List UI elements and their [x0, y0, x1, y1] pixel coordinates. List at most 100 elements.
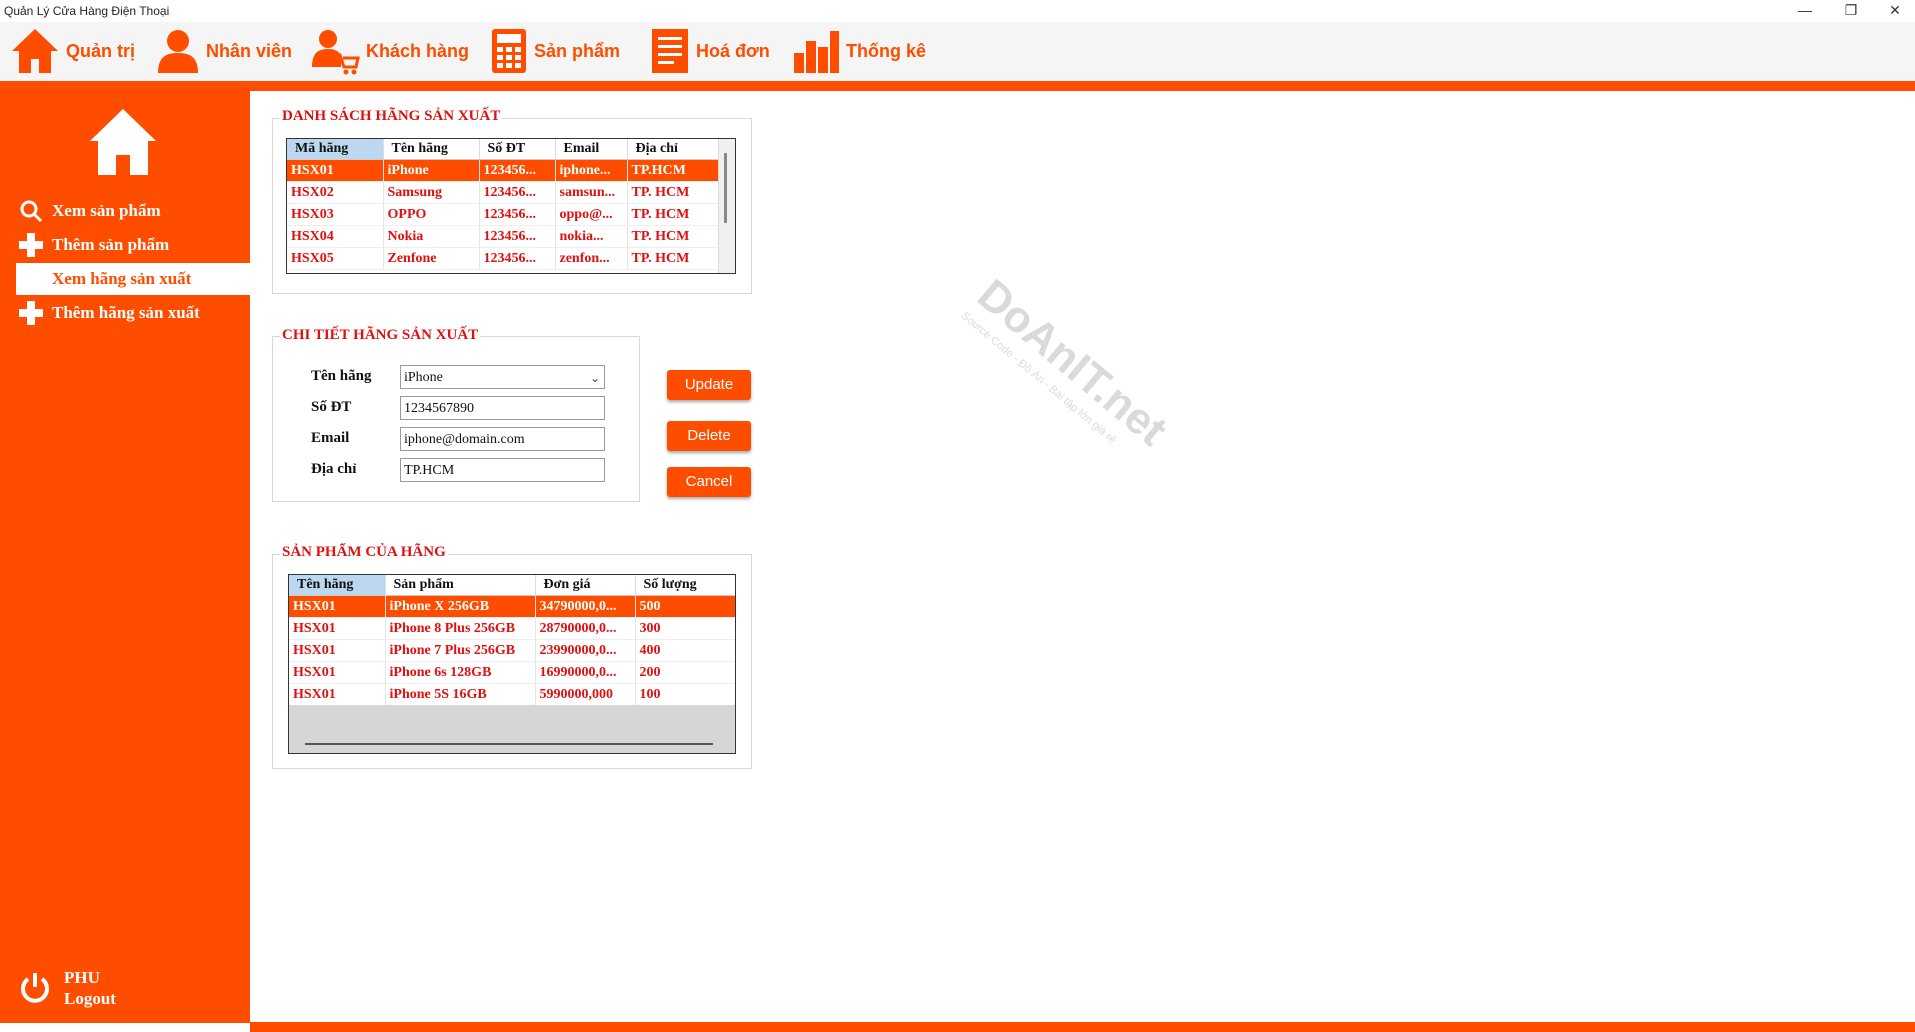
column-header[interactable]: Sản phẩm — [385, 575, 536, 596]
manufacturer-list-title: DANH SÁCH HÃNG SẢN XUẤT — [280, 108, 503, 125]
table-cell: TP. HCM — [627, 181, 720, 204]
search-icon — [16, 197, 46, 225]
nav-label: Khách hàng — [366, 40, 470, 61]
table-row[interactable]: HSX01 iPhone 5S 16GB 5990000,000 100 — [289, 683, 735, 706]
column-header[interactable]: Email — [555, 139, 628, 160]
table-cell: 28790000,0... — [535, 617, 636, 640]
manufacturer-grid[interactable]: Mã hãng Tên hãng Số ĐT Email Địa chỉ HSX… — [286, 138, 736, 274]
plus-icon — [16, 231, 46, 259]
table-cell: 123456... — [479, 225, 556, 248]
sidebar-item-label: Xem sản phẩm — [52, 201, 161, 220]
table-cell: OPPO — [383, 203, 480, 226]
title-bar: Quản Lý Cửa Hàng Điện Thoại — ❐ ✕ — [0, 0, 1915, 22]
table-cell: nokia... — [555, 225, 628, 248]
address-label: Địa chỉ — [311, 461, 357, 477]
cancel-button[interactable]: Cancel — [667, 467, 751, 497]
table-cell: 34790000,0... — [535, 595, 636, 618]
grid-header-row: Tên hãng Sản phẩm Đơn giá Số lượng — [289, 575, 735, 596]
restore-button[interactable]: ❐ — [1833, 2, 1869, 20]
logout-button[interactable]: PHU Logout — [18, 967, 116, 1009]
column-header[interactable]: Số ĐT — [479, 139, 556, 160]
table-cell: 300 — [635, 617, 735, 640]
close-button[interactable]: ✕ — [1877, 2, 1913, 20]
table-row[interactable]: HSX04 Nokia 123456... nokia... TP. HCM — [287, 225, 720, 248]
products-title: SẢN PHẨM CỦA HÃNG — [280, 544, 448, 561]
table-cell: oppo@... — [555, 203, 628, 226]
chevron-down-icon: ⌄ — [589, 371, 600, 385]
table-cell: Samsung — [383, 181, 480, 204]
table-row[interactable]: HSX01 iPhone 7 Plus 256GB 23990000,0... … — [289, 639, 735, 662]
table-cell: iPhone 8 Plus 256GB — [385, 617, 536, 640]
nav-nhan-vien[interactable]: Nhân viên — [156, 26, 292, 76]
table-cell: 500 — [635, 595, 735, 618]
header-divider — [0, 81, 1915, 91]
table-cell: 123456... — [479, 203, 556, 226]
scrollbar-thumb[interactable] — [724, 153, 727, 223]
sidebar-item-xem-hang-san-xuat[interactable]: Xem hãng sản xuất — [16, 263, 250, 295]
table-cell: 123456... — [479, 159, 556, 182]
column-header[interactable]: Địa chỉ — [627, 139, 720, 160]
table-cell: 16990000,0... — [535, 661, 636, 684]
table-cell: TP.HCM — [627, 159, 720, 182]
table-row[interactable]: HSX01 iPhone X 256GB 34790000,0... 500 — [289, 595, 735, 618]
table-cell: 100 — [635, 683, 735, 706]
table-cell: HSX01 — [289, 639, 386, 662]
nav-thong-ke[interactable]: Thống kê — [792, 26, 926, 76]
table-row[interactable]: HSX01 iPhone 8 Plus 256GB 28790000,0... … — [289, 617, 735, 640]
table-cell: 23990000,0... — [535, 639, 636, 662]
sidebar-item-them-hang-san-xuat[interactable]: Thêm hãng sản xuất — [16, 297, 250, 329]
home-icon — [12, 29, 58, 73]
sidebar-item-label: Thêm hãng sản xuất — [52, 303, 200, 322]
nav-san-pham[interactable]: Sản phẩm — [490, 26, 620, 76]
phone-label: Số ĐT — [311, 399, 352, 415]
table-cell: HSX02 — [287, 181, 384, 204]
column-header[interactable]: Đơn giá — [535, 575, 636, 596]
bar-chart-icon — [794, 31, 839, 73]
table-cell: iPhone X 256GB — [385, 595, 536, 618]
email-field[interactable]: iphone@domain.com — [400, 427, 605, 451]
manufacturer-detail-title: CHI TIẾT HÃNG SẢN XUẤT — [280, 327, 481, 344]
update-button[interactable]: Update — [667, 370, 751, 400]
column-header[interactable]: Tên hãng — [383, 139, 480, 160]
table-cell: iPhone 5S 16GB — [385, 683, 536, 706]
table-cell: HSX04 — [287, 225, 384, 248]
column-header[interactable]: Số lượng — [635, 575, 735, 596]
grid-empty-area — [289, 705, 735, 753]
sidebar-item-label: Xem hãng sản xuất — [52, 269, 192, 288]
table-row[interactable]: HSX01 iPhone 123456... iphone... TP.HCM — [287, 159, 720, 182]
table-cell: iphone... — [555, 159, 628, 182]
name-select[interactable]: iPhone ⌄ — [400, 365, 605, 389]
table-cell: HSX01 — [289, 683, 386, 706]
table-row[interactable]: HSX02 Samsung 123456... samsun... TP. HC… — [287, 181, 720, 204]
products-grid[interactable]: Tên hãng Sản phẩm Đơn giá Số lượng HSX01… — [288, 574, 736, 754]
watermark-brand: DoAnIT.net — [968, 270, 1177, 456]
email-label: Email — [311, 430, 350, 446]
nav-label: Nhân viên — [206, 40, 293, 61]
customer-cart-icon — [312, 30, 360, 75]
sidebar-item-xem-san-pham[interactable]: Xem sản phẩm — [16, 195, 250, 227]
nav-label: Thống kê — [846, 40, 926, 61]
column-header[interactable]: Tên hãng — [289, 575, 386, 596]
nav-khach-hang[interactable]: Khách hàng — [310, 26, 469, 76]
delete-button[interactable]: Delete — [667, 421, 751, 451]
nav-quan-tri[interactable]: Quản trị — [10, 26, 135, 76]
table-cell: 123456... — [479, 247, 556, 270]
phone-field[interactable]: 1234567890 — [400, 396, 605, 420]
column-header[interactable]: Mã hãng — [287, 139, 384, 160]
table-cell: 400 — [635, 639, 735, 662]
horizontal-scrollbar[interactable] — [305, 743, 713, 745]
nav-hoa-don[interactable]: Hoá đơn — [650, 26, 770, 76]
footer-bar — [250, 1022, 1915, 1032]
watermark-tagline: Source Code - Đồ Án - Bài tập lớn giá rẻ — [958, 309, 1119, 447]
table-row[interactable]: HSX05 Zenfone 123456... zenfon... TP. HC… — [287, 247, 720, 270]
minimize-button[interactable]: — — [1787, 2, 1823, 20]
user-name: PHU — [64, 968, 100, 987]
name-select-value: iPhone — [404, 370, 443, 385]
table-cell: samsun... — [555, 181, 628, 204]
vertical-scrollbar[interactable] — [718, 139, 735, 273]
address-field[interactable]: TP.HCM — [400, 458, 605, 482]
table-row[interactable]: HSX01 iPhone 6s 128GB 16990000,0... 200 — [289, 661, 735, 684]
table-row[interactable]: HSX03 OPPO 123456... oppo@... TP. HCM — [287, 203, 720, 226]
sidebar-item-them-san-pham[interactable]: Thêm sản phẩm — [16, 229, 250, 261]
table-cell: 200 — [635, 661, 735, 684]
